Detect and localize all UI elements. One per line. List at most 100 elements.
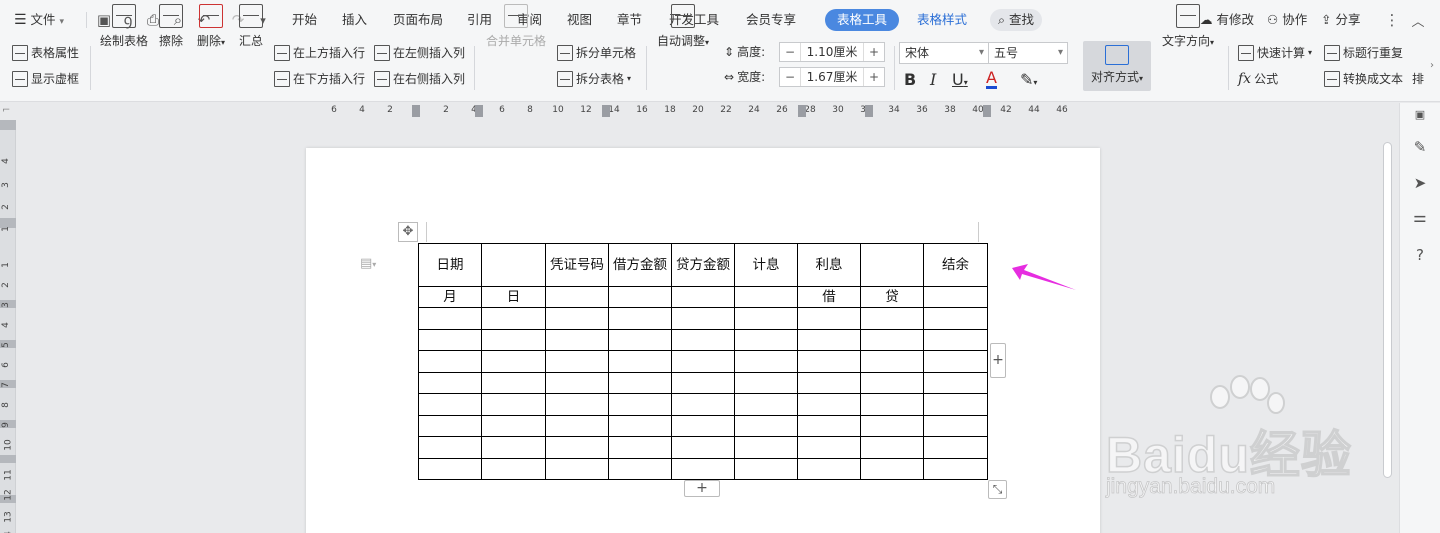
table-cell[interactable] <box>481 393 546 416</box>
collapse-ribbon-icon[interactable]: ︿ <box>1408 10 1428 30</box>
insert-row-below-button[interactable]: 在下方插入行 <box>274 69 365 89</box>
vertical-ruler[interactable]: 43211234567891011121314 <box>0 120 16 533</box>
italic-icon[interactable]: I <box>930 70 936 89</box>
highlight-icon[interactable]: ✎▾ <box>1020 70 1037 89</box>
table-cell[interactable] <box>860 243 924 287</box>
table-cell[interactable] <box>671 371 735 394</box>
table-cell[interactable]: 计息 <box>734 243 798 287</box>
table-cell[interactable] <box>734 350 798 373</box>
table-cell[interactable] <box>608 307 672 330</box>
table-cell[interactable]: 结余 <box>923 243 988 287</box>
tab-insert[interactable]: 插入 <box>342 10 367 30</box>
repeat-header-button[interactable]: 标题行重复 <box>1324 43 1403 63</box>
table-cell[interactable] <box>418 350 482 373</box>
table-cell[interactable] <box>860 436 924 459</box>
table-cell[interactable] <box>481 436 546 459</box>
table-cell[interactable] <box>545 328 609 351</box>
split-cells-button[interactable]: 拆分单元格 <box>557 43 636 63</box>
table-cell[interactable] <box>797 393 861 416</box>
table-cell[interactable] <box>860 371 924 394</box>
table-cell[interactable] <box>418 328 482 351</box>
tab-chapter[interactable]: 章节 <box>617 10 642 30</box>
tab-table-tools[interactable]: 表格工具 <box>825 9 900 31</box>
table-cell[interactable]: 借方金额 <box>608 243 672 287</box>
plus-icon[interactable]: + <box>864 70 884 84</box>
convert-text-button[interactable]: 转换成文本 <box>1324 69 1403 89</box>
table-cell[interactable] <box>545 350 609 373</box>
align-button[interactable]: 对齐方式▾ <box>1083 41 1151 91</box>
add-column-button[interactable]: + <box>990 343 1006 378</box>
table-cell[interactable]: 凭证号码 <box>545 243 609 287</box>
table-cell[interactable] <box>797 414 861 437</box>
table-cell[interactable] <box>734 393 798 416</box>
minus-icon[interactable]: − <box>780 45 800 59</box>
table-cell[interactable] <box>608 457 672 480</box>
table-cell[interactable] <box>734 328 798 351</box>
paragraph-options-icon[interactable]: ▤▾ <box>360 256 376 271</box>
table-cell[interactable] <box>923 414 988 437</box>
cursor-icon[interactable]: ➤ <box>1410 173 1430 193</box>
ruler-column-marker[interactable] <box>865 105 873 117</box>
search-button[interactable]: ⌕ 查找 <box>990 9 1043 31</box>
ruler-column-marker[interactable] <box>412 105 420 117</box>
table-cell[interactable] <box>923 350 988 373</box>
table-cell[interactable]: 贷 <box>860 286 924 308</box>
table-cell[interactable] <box>481 307 546 330</box>
auto-fit-button[interactable]: 自动调整▾ <box>654 4 712 49</box>
draw-table-button[interactable]: 绘制表格 <box>98 4 150 49</box>
table-cell[interactable] <box>671 286 735 308</box>
pen-icon[interactable]: ✎ <box>1410 137 1430 157</box>
add-row-button[interactable]: + <box>684 480 720 497</box>
table-cell[interactable] <box>545 436 609 459</box>
tab-page-layout[interactable]: 页面布局 <box>393 10 443 30</box>
sort-button[interactable]: 排 <box>1412 69 1424 89</box>
collaborate-button[interactable]: ⚇ 协作 <box>1267 10 1307 30</box>
table-cell[interactable] <box>608 286 672 308</box>
file-menu[interactable]: ☰ 文件 ▾ <box>14 10 64 30</box>
table-cell[interactable] <box>734 436 798 459</box>
table-cell[interactable] <box>481 243 546 287</box>
table-cell[interactable] <box>860 350 924 373</box>
font-size-select[interactable]: 五号 <box>988 42 1068 64</box>
table-cell[interactable] <box>860 414 924 437</box>
ruler-column-marker[interactable] <box>983 105 991 117</box>
table-cell[interactable] <box>734 414 798 437</box>
table-cell[interactable] <box>418 414 482 437</box>
bold-icon[interactable]: B <box>904 70 916 89</box>
table-cell[interactable] <box>734 307 798 330</box>
table-cell[interactable] <box>860 328 924 351</box>
table-cell[interactable] <box>797 328 861 351</box>
show-gridlines-button[interactable]: 显示虚框 <box>12 69 79 89</box>
table-cell[interactable]: 月 <box>418 286 482 308</box>
table-cell[interactable] <box>671 307 735 330</box>
table-cell[interactable] <box>608 371 672 394</box>
table-cell[interactable] <box>797 457 861 480</box>
table-cell[interactable] <box>545 393 609 416</box>
table-cell[interactable] <box>481 457 546 480</box>
table-cell[interactable] <box>671 436 735 459</box>
formula-button[interactable]: fx 公式 <box>1238 69 1278 89</box>
help-icon[interactable]: ? <box>1410 245 1430 265</box>
summary-button[interactable]: 汇总 <box>233 4 269 49</box>
table-cell[interactable] <box>608 393 672 416</box>
table-cell[interactable] <box>734 457 798 480</box>
table-cell[interactable] <box>608 328 672 351</box>
erase-button[interactable]: 擦除 <box>152 4 190 49</box>
table-cell[interactable] <box>608 436 672 459</box>
table-cell[interactable] <box>481 371 546 394</box>
table-cell[interactable] <box>418 457 482 480</box>
tab-member[interactable]: 会员专享 <box>746 10 796 30</box>
plus-icon[interactable]: + <box>864 45 884 59</box>
split-table-button[interactable]: 拆分表格 ▾ <box>557 69 631 89</box>
scrollbar-thumb[interactable] <box>1383 142 1392 478</box>
table-cell[interactable] <box>418 393 482 416</box>
table-cell[interactable] <box>418 371 482 394</box>
table-cell[interactable] <box>545 457 609 480</box>
table-cell[interactable] <box>545 286 609 308</box>
ruler-column-marker[interactable] <box>798 105 806 117</box>
sliders-icon[interactable]: ⚌ <box>1410 207 1430 227</box>
merge-cells-button[interactable]: 合并单元格 <box>484 4 548 49</box>
tab-start[interactable]: 开始 <box>292 10 317 30</box>
table-cell[interactable] <box>923 307 988 330</box>
table-cell[interactable] <box>923 371 988 394</box>
